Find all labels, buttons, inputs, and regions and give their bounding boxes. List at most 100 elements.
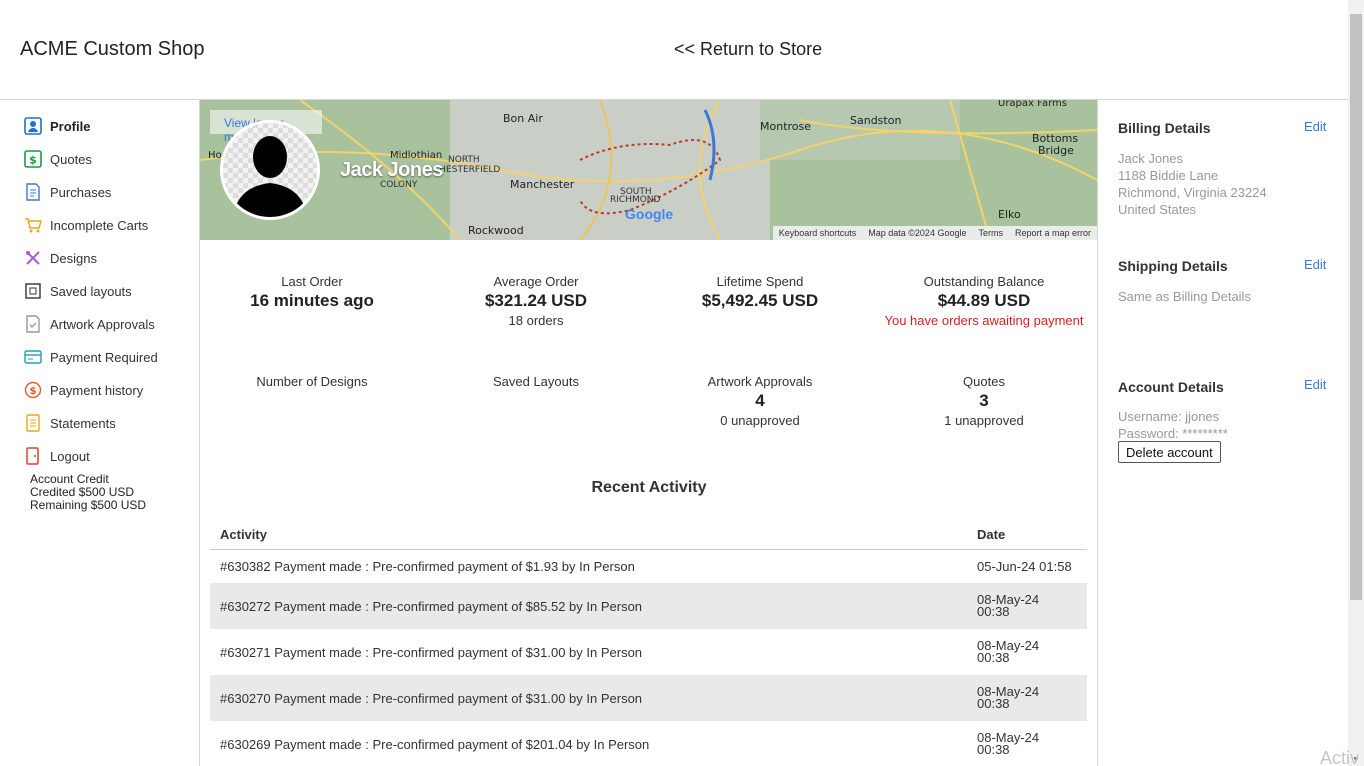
account-panel: Billing Details Edit Jack Jones 1188 Bid… (1098, 100, 1348, 766)
sidebar: Profile $ Quotes Purchases Incomplete Ca… (0, 100, 200, 766)
map-label: CHESTERFIELD (433, 165, 500, 175)
map-label: Montrose (760, 120, 811, 133)
sidebar-item-label: Profile (50, 118, 91, 134)
map-terms-link[interactable]: Terms (978, 228, 1003, 238)
map-label: NORTH (448, 155, 480, 165)
stat-label: Outstanding Balance (923, 274, 1045, 289)
sidebar-item-label: Payment Required (50, 349, 158, 365)
billing-line: Jack Jones (1118, 151, 1184, 166)
sidebar-item-purchases[interactable]: Purchases (24, 181, 111, 203)
page-scrollbar[interactable]: ▼ (1348, 0, 1364, 766)
recent-activity-title: Recent Activity (591, 479, 707, 496)
stat-last-order: Last Order 16 minutes ago (200, 274, 424, 311)
billing-details-title: Billing Details (1118, 120, 1211, 136)
sidebar-item-label: Artwork Approvals (50, 316, 155, 332)
designs-icon (24, 249, 42, 267)
map-label: Bridge (1038, 144, 1074, 157)
sidebar-item-label: Statements (50, 415, 116, 431)
password-text: Password: ********* (1118, 426, 1228, 441)
keyboard-shortcuts-link[interactable]: Keyboard shortcuts (779, 228, 857, 238)
date-cell: 05-Jun-24 01:58 (977, 558, 1087, 574)
stat-saved-layouts: Saved Layouts (424, 374, 648, 389)
map-label: Urapax Farms (998, 100, 1067, 109)
table-row: #630270 Payment made : Pre-confirmed pay… (210, 675, 1087, 721)
artwork-icon (24, 315, 42, 333)
time-line: 00:38 (977, 696, 1010, 711)
stat-value: $5,492.45 USD (701, 291, 819, 310)
stat-value: $44.89 USD (937, 291, 1031, 310)
account-details-title: Account Details (1118, 379, 1224, 395)
stat-average-order: Average Order $321.24 USD 18 orders (424, 274, 648, 328)
sidebar-item-quotes[interactable]: $ Quotes (24, 148, 92, 170)
svg-text:Ho: Ho (208, 150, 222, 161)
logout-icon (24, 447, 42, 465)
billing-line: United States (1118, 202, 1197, 217)
date-line: 05-Jun-24 01:58 (977, 558, 1072, 574)
purchases-icon (24, 183, 42, 201)
location-map[interactable]: Bon Air Montrose Sandston Midlothian NOR… (200, 100, 1097, 240)
shipping-edit-link[interactable]: Edit (1304, 257, 1326, 272)
table-row: #630269 Payment made : Pre-confirmed pay… (210, 721, 1087, 766)
map-data-credit: Map data ©2024 Google (868, 228, 967, 238)
sidebar-item-artwork-approvals[interactable]: Artwork Approvals (24, 313, 155, 335)
time-line: 00:38 (977, 742, 1010, 757)
stat-label: Lifetime Spend (716, 274, 804, 289)
sidebar-item-profile[interactable]: Profile (24, 115, 90, 137)
sidebar-item-payment-required[interactable]: Payment Required (24, 346, 158, 368)
stat-sub: 0 unapproved (720, 413, 800, 428)
awaiting-payment-warning[interactable]: You have orders awaiting payment (872, 313, 1096, 328)
activation-watermark: Activ (1320, 748, 1360, 766)
sidebar-item-label: Payment history (50, 382, 144, 398)
sidebar-item-incomplete-carts[interactable]: Incomplete Carts (24, 214, 148, 236)
stat-lifetime-spend: Lifetime Spend $5,492.45 USD (648, 274, 872, 311)
layouts-icon (24, 282, 42, 300)
stat-label: Quotes (963, 374, 1005, 389)
stat-value: $321.24 USD (484, 291, 588, 310)
stat-value: 4 (755, 391, 765, 410)
return-to-store-link[interactable]: << Return to Store (674, 39, 822, 60)
date-cell: 08-May-24 00:38 (977, 593, 1087, 618)
statements-icon (24, 414, 42, 432)
stat-number-of-designs: Number of Designs (200, 374, 424, 389)
date-cell: 08-May-24 00:38 (977, 685, 1087, 711)
stat-label: Number of Designs (256, 374, 368, 389)
column-header-date: Date (977, 526, 1006, 542)
account-edit-link[interactable]: Edit (1304, 377, 1326, 392)
activity-cell: #630270 Payment made : Pre-confirmed pay… (220, 690, 643, 706)
sidebar-item-statements[interactable]: Statements (24, 412, 116, 434)
delete-account-button[interactable]: Delete account (1118, 441, 1221, 463)
stat-value: 3 (979, 391, 989, 410)
account-credentials: Username: jjones Password: ********* (1118, 408, 1228, 442)
username-text: Username: jjones (1118, 409, 1220, 424)
sidebar-item-saved-layouts[interactable]: Saved layouts (24, 280, 132, 302)
column-header-activity: Activity (220, 527, 267, 542)
account-credit-remaining: Remaining $500 USD (30, 498, 147, 512)
report-map-error-link[interactable]: Report a map error (1015, 228, 1091, 238)
svg-text:$: $ (30, 386, 37, 397)
page: ACME Custom Shop << Return to Store Prof… (0, 0, 1364, 766)
activity-cell: #630271 Payment made : Pre-confirmed pay… (220, 644, 643, 660)
billing-edit-link[interactable]: Edit (1304, 119, 1326, 134)
main-content: Bon Air Montrose Sandston Midlothian NOR… (200, 100, 1098, 766)
profile-icon (24, 117, 42, 135)
stat-value: 16 minutes ago (250, 291, 374, 310)
sidebar-item-designs[interactable]: Designs (24, 247, 97, 269)
sidebar-item-label: Incomplete Carts (50, 217, 149, 233)
date-cell: 08-May-24 00:38 (977, 639, 1087, 665)
sidebar-item-label: Logout (50, 448, 90, 464)
google-logo: Google (625, 206, 673, 222)
sidebar-item-label: Purchases (50, 184, 112, 200)
map-credits: Keyboard shortcuts Map data ©2024 Google… (772, 226, 1097, 240)
stat-label: Saved Layouts (492, 374, 579, 389)
sidebar-item-label: Designs (50, 250, 97, 266)
account-credit: Account Credit Credited $500 USD Remaini… (30, 473, 146, 512)
time-line: 00:38 (977, 650, 1010, 665)
sidebar-item-logout[interactable]: Logout (24, 445, 90, 467)
scroll-thumb[interactable] (1350, 14, 1362, 600)
stat-label: Last Order (281, 274, 343, 289)
sidebar-item-payment-history[interactable]: $ Payment history (24, 379, 143, 401)
table-row: #630271 Payment made : Pre-confirmed pay… (210, 629, 1087, 675)
map-label: RICHMOND (610, 195, 661, 205)
stat-outstanding-balance: Outstanding Balance $44.89 USD You have … (872, 274, 1096, 328)
svg-text:$: $ (29, 154, 37, 167)
